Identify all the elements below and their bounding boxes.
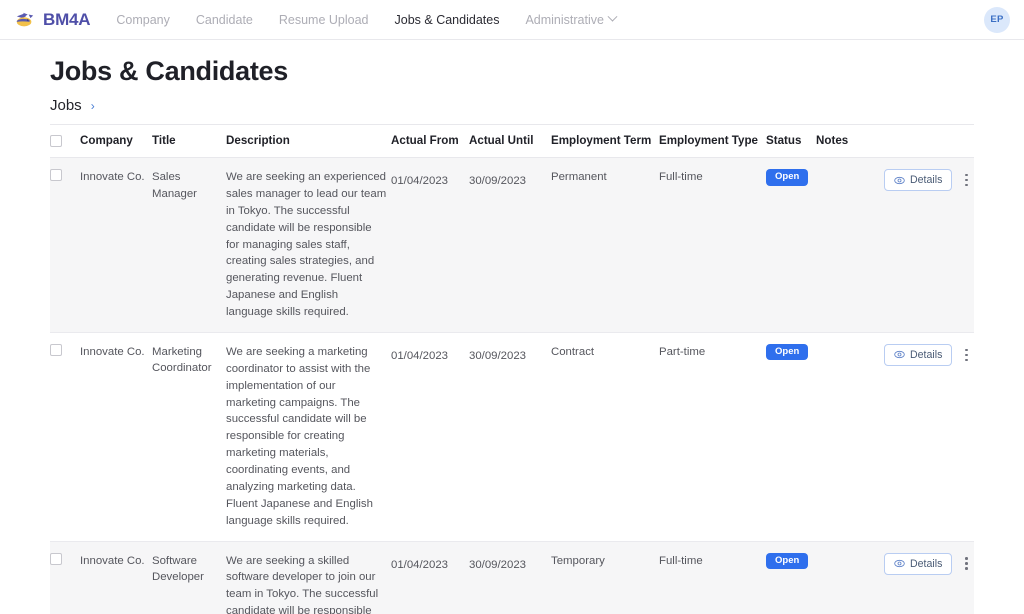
cell-title: Sales Manager xyxy=(152,157,226,333)
details-button-label: Details xyxy=(910,557,943,570)
page-title: Jobs & Candidates xyxy=(50,56,288,86)
chevron-down-icon xyxy=(607,11,618,22)
eye-icon xyxy=(894,176,905,184)
cell-actual-until: 30/09/2023 xyxy=(469,541,551,614)
table-header-row: Company Title Description Actual From Ac… xyxy=(50,125,974,158)
cell-employment-term: Permanent xyxy=(551,157,659,333)
cell-company: Innovate Co. xyxy=(80,332,152,542)
cell-employment-type: Full-time xyxy=(659,541,766,614)
details-button[interactable]: Details xyxy=(884,343,953,366)
brand-logo-link[interactable]: BM4A xyxy=(14,9,91,30)
eye-icon xyxy=(894,559,905,568)
top-navbar: BM4A Company Candidate Resume Upload Job… xyxy=(0,0,1024,40)
row-select-cell xyxy=(50,157,80,333)
details-button[interactable]: Details xyxy=(884,169,953,191)
more-vertical-icon[interactable] xyxy=(961,171,972,190)
cell-actual-until: 30/09/2023 xyxy=(469,157,551,333)
row-checkbox[interactable] xyxy=(50,343,62,356)
avatar[interactable]: EP xyxy=(984,6,1010,33)
cell-employment-term: Contract xyxy=(551,332,659,542)
column-header-status: Status xyxy=(766,125,816,158)
cell-title: Software Developer xyxy=(152,541,226,614)
cell-actions: Details xyxy=(884,332,974,542)
nav-item-resume-upload[interactable]: Resume Upload xyxy=(279,13,369,27)
column-header-title: Title xyxy=(152,125,226,158)
cell-status: Open xyxy=(766,157,816,333)
cell-actual-from: 01/04/2023 xyxy=(391,157,469,333)
nav-item-company[interactable]: Company xyxy=(116,13,170,27)
status-badge[interactable]: Open xyxy=(766,169,809,186)
row-select-cell xyxy=(50,541,80,614)
cell-actual-from: 01/04/2023 xyxy=(391,541,469,614)
details-button-label: Details xyxy=(910,174,943,186)
cell-description: We are seeking an experienced sales mana… xyxy=(226,157,391,333)
row-checkbox[interactable] xyxy=(50,169,62,181)
select-all-header xyxy=(50,125,80,158)
cell-employment-type: Full-time xyxy=(659,157,766,333)
brand-name: BM4A xyxy=(43,9,91,29)
row-checkbox[interactable] xyxy=(50,552,62,565)
table-row[interactable]: Innovate Co. Software Developer We are s… xyxy=(50,541,974,614)
nav-item-administrative-label: Administrative xyxy=(525,12,604,27)
breadcrumb-item-jobs[interactable]: Jobs xyxy=(50,97,82,114)
cell-description: We are seeking a skilled software develo… xyxy=(226,541,391,614)
column-header-description: Description xyxy=(226,125,391,158)
details-button[interactable]: Details xyxy=(884,552,953,575)
primary-nav: Company Candidate Resume Upload Jobs & C… xyxy=(116,11,618,27)
breadcrumb: Jobs › xyxy=(50,97,974,125)
table-row[interactable]: Innovate Co. Marketing Coordinator We ar… xyxy=(50,332,974,542)
cell-notes xyxy=(816,541,884,614)
more-vertical-icon[interactable] xyxy=(961,554,972,573)
column-header-actual-from: Actual From xyxy=(391,125,469,158)
column-header-notes: Notes xyxy=(816,125,884,158)
cell-title: Marketing Coordinator xyxy=(152,332,226,542)
column-header-employment-type: Employment Type xyxy=(659,125,766,158)
nav-item-candidate[interactable]: Candidate xyxy=(196,13,253,27)
cell-notes xyxy=(816,157,884,333)
row-select-cell xyxy=(50,332,80,542)
select-all-checkbox[interactable] xyxy=(50,135,62,147)
jobs-table: Company Title Description Actual From Ac… xyxy=(50,125,974,614)
cell-employment-type: Part-time xyxy=(659,332,766,542)
column-header-actual-until: Actual Until xyxy=(469,125,551,158)
status-badge[interactable]: Open xyxy=(766,552,809,569)
details-button-label: Details xyxy=(910,348,943,361)
page-content: Jobs & Candidates Jobs › Company Title D… xyxy=(0,56,1024,614)
cell-employment-term: Temporary xyxy=(551,541,659,614)
cell-status: Open xyxy=(766,541,816,614)
cell-actual-from: 01/04/2023 xyxy=(391,332,469,542)
eye-icon xyxy=(894,351,905,359)
table-row[interactable]: Innovate Co. Sales Manager We are seekin… xyxy=(50,157,974,333)
cell-status: Open xyxy=(766,332,816,542)
bird-logo-icon xyxy=(16,12,34,26)
cell-actions: Details xyxy=(884,157,974,333)
cell-actual-until: 30/09/2023 xyxy=(469,332,551,542)
breadcrumb-separator-icon: › xyxy=(90,99,95,113)
column-header-actions xyxy=(884,125,974,158)
column-header-employment-term: Employment Term xyxy=(551,125,659,158)
cell-company: Innovate Co. xyxy=(80,541,152,614)
cell-notes xyxy=(816,332,884,542)
nav-item-administrative[interactable]: Administrative xyxy=(525,11,618,27)
column-header-company: Company xyxy=(80,125,152,158)
more-vertical-icon[interactable] xyxy=(961,346,972,365)
cell-company: Innovate Co. xyxy=(80,157,152,333)
cell-actions: Details xyxy=(884,541,974,614)
status-badge[interactable]: Open xyxy=(766,343,809,361)
nav-item-jobs-candidates[interactable]: Jobs & Candidates xyxy=(395,13,500,27)
cell-description: We are seeking a marketing coordinator t… xyxy=(226,332,391,542)
